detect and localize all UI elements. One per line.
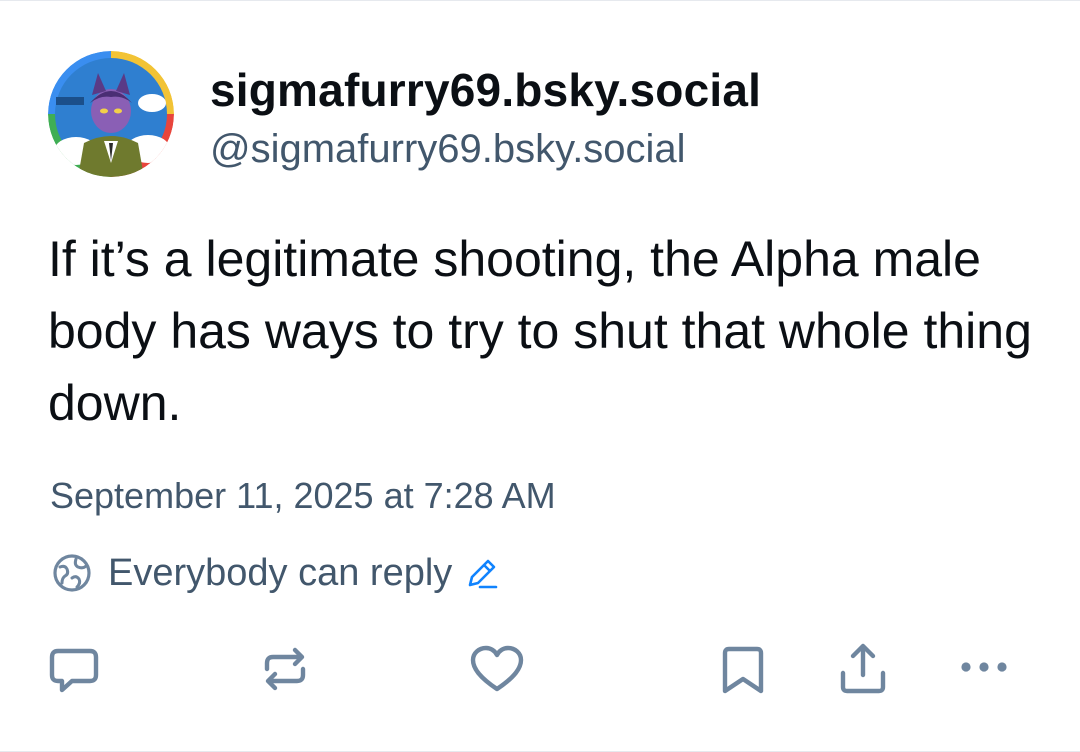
reply-setting[interactable]: Everybody can reply [50,550,500,596]
reply-button[interactable] [44,639,104,699]
avatar-image [48,51,174,177]
share-button[interactable] [833,639,893,699]
display-name[interactable]: sigmafurry69.bsky.social [210,63,761,117]
globe-icon [53,554,91,592]
reply-icon [49,648,99,693]
avatar[interactable] [48,51,174,177]
bookmark-icon [722,646,764,694]
user-handle[interactable]: @sigmafurry69.bsky.social [210,127,686,172]
repost-button[interactable] [255,639,315,699]
like-button[interactable] [467,639,527,699]
post-card: sigmafurry69.bsky.social @sigmafurry69.b… [0,0,1080,752]
bookmark-button[interactable] [713,639,773,699]
post-text: If it’s a legitimate shooting, the Alpha… [48,231,1032,431]
reply-setting-label: Everybody can reply [108,551,453,594]
post-timestamp[interactable]: September 11, 2025 at 7:28 AM [50,475,556,517]
more-icon [961,662,1007,672]
like-icon [470,645,524,692]
more-options-button[interactable] [954,639,1014,699]
pencil-icon[interactable] [464,555,500,591]
share-icon [840,643,886,694]
repost-icon [264,647,306,691]
